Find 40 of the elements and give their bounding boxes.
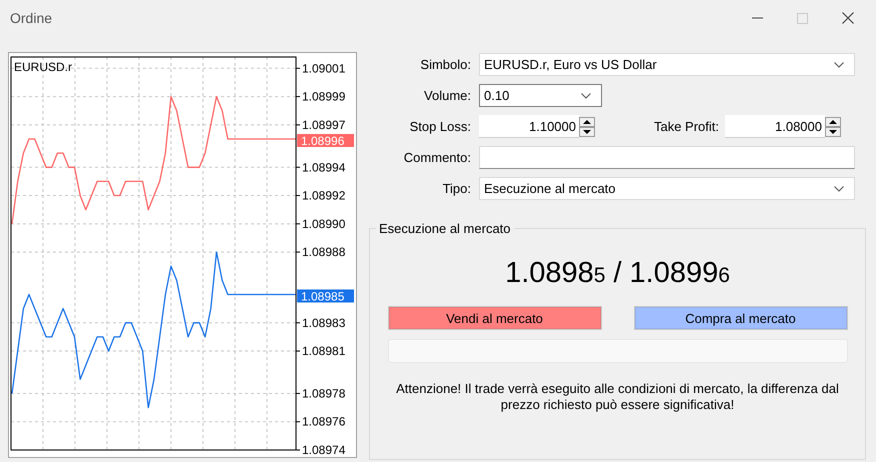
comment-field[interactable] xyxy=(479,146,855,169)
type-dropdown[interactable]: Esecuzione al mercato xyxy=(479,177,855,200)
symbol-dropdown[interactable]: EURUSD.r, Euro vs US Dollar xyxy=(479,53,855,76)
price-separator: / xyxy=(613,257,622,290)
axis-label: 1.08994 xyxy=(302,160,346,174)
chevron-icon xyxy=(834,186,844,192)
chart-title: EURUSD.r xyxy=(14,60,72,74)
chevron-icon xyxy=(834,62,844,68)
field-label: Simbolo: xyxy=(419,57,471,72)
field-label: Stop Loss: xyxy=(408,119,471,134)
ask-price: 1.08996 xyxy=(630,257,730,290)
buy-button[interactable]: Compra al mercato xyxy=(634,306,848,330)
axis-label: 1.08997 xyxy=(302,118,346,132)
axis-label: 1.08978 xyxy=(302,386,346,400)
axis-label: 1.08990 xyxy=(302,216,346,231)
axis-label: 1.08976 xyxy=(302,414,346,429)
field-label: Take Profit: xyxy=(652,119,720,134)
axis-label: 1.08992 xyxy=(302,188,346,203)
close-icon[interactable] xyxy=(842,12,854,24)
warning-text: Attenzione! Il trade verrà eseguito alle condizioni di mercato, la differenza dal prezzo richiesto può essere significativa! xyxy=(395,381,840,413)
bid-price: 1.08985 xyxy=(505,257,606,290)
sell-button[interactable]: Vendi al mercato xyxy=(388,306,602,330)
price-tag: 1.08985 xyxy=(297,290,354,304)
stop-loss-field[interactable]: 1.10000 xyxy=(479,115,579,138)
axis-label: 1.08974 xyxy=(302,443,346,457)
field-label: Volume: xyxy=(423,88,471,103)
minimize-icon[interactable] xyxy=(752,17,763,19)
window-title: Ordine xyxy=(10,10,52,26)
field-label: Commento: xyxy=(402,150,471,165)
axis-label: 1.09001 xyxy=(302,61,346,76)
axis-label: 1.08981 xyxy=(302,344,346,358)
field-label: Tipo: xyxy=(442,181,471,196)
chevron-icon xyxy=(581,92,591,98)
axis-label: 1.08983 xyxy=(302,316,346,330)
price-tag: 1.08996 xyxy=(297,134,354,148)
take-profit-field[interactable]: 1.08000 xyxy=(725,115,825,138)
axis-label: 1.08999 xyxy=(302,90,346,104)
group-title: Esecuzione al mercato xyxy=(376,221,514,236)
axis-label: 1.08988 xyxy=(302,245,346,260)
volume-dropdown[interactable]: 0.10 xyxy=(479,84,602,107)
